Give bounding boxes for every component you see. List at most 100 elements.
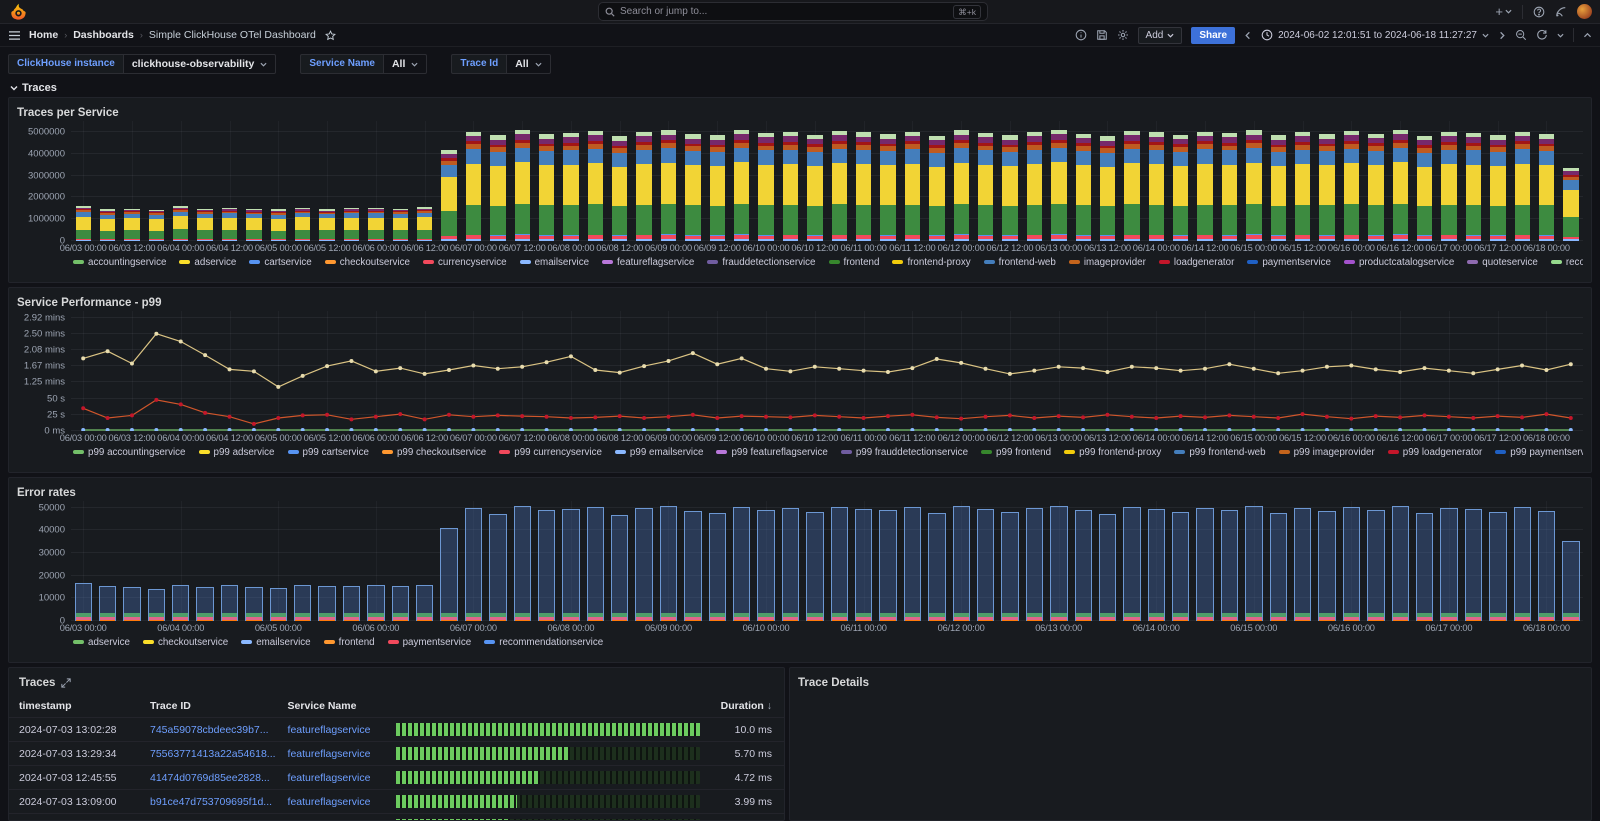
time-range-picker[interactable]: 2024-06-02 12:01:51 to 2024-06-18 11:27:…	[1261, 29, 1489, 41]
error-bar[interactable]	[1245, 506, 1262, 621]
service-name-link[interactable]: featureflagservice	[288, 772, 371, 784]
legend-item[interactable]: p99 emailservice	[615, 447, 704, 458]
stacked-bar[interactable]	[1051, 130, 1066, 241]
error-bar[interactable]	[1270, 513, 1287, 621]
error-bar[interactable]	[806, 512, 823, 621]
stacked-bar[interactable]	[1368, 134, 1383, 241]
stacked-bar[interactable]	[1222, 133, 1237, 241]
legend-item[interactable]: frontend-proxy	[892, 257, 970, 268]
share-button[interactable]: Share	[1191, 27, 1235, 44]
legend-item[interactable]: adservice	[73, 637, 130, 648]
error-bar[interactable]	[1440, 508, 1457, 621]
trace-id-label[interactable]: Trace Id	[451, 54, 506, 74]
error-bar[interactable]	[733, 507, 750, 621]
error-bar[interactable]	[1514, 507, 1531, 621]
clickhouse-instance-label[interactable]: ClickHouse instance	[8, 54, 123, 74]
error-bar[interactable]	[245, 587, 262, 621]
error-bar[interactable]	[904, 507, 921, 621]
legend-item[interactable]: emailservice	[241, 637, 310, 648]
error-bar[interactable]	[1489, 512, 1506, 621]
stacked-bar[interactable]	[271, 209, 286, 241]
stacked-bar[interactable]	[612, 136, 627, 241]
news-icon[interactable]	[1555, 6, 1567, 18]
stacked-bar[interactable]	[1149, 132, 1164, 241]
legend-item[interactable]: featureflagservice	[602, 257, 694, 268]
legend-item[interactable]: frontend	[324, 637, 375, 648]
user-avatar[interactable]	[1577, 4, 1592, 19]
stacked-bar[interactable]	[1466, 133, 1481, 241]
stacked-bar[interactable]	[1002, 135, 1017, 241]
stacked-bar[interactable]	[1197, 132, 1212, 241]
stacked-bar[interactable]	[1417, 136, 1432, 241]
service-name-select[interactable]: All	[383, 54, 427, 74]
error-bar[interactable]	[367, 585, 384, 621]
stacked-bar[interactable]	[954, 130, 969, 241]
trace-id-link[interactable]: 75563771413a22a54618...	[150, 748, 276, 760]
stacked-bar[interactable]	[1441, 132, 1456, 241]
error-bar[interactable]	[392, 586, 409, 621]
stacked-bar[interactable]	[1344, 131, 1359, 241]
stacked-bar[interactable]	[1393, 130, 1408, 241]
col-service-name[interactable]: Service Name	[282, 695, 390, 718]
stacked-bar[interactable]	[1271, 135, 1286, 241]
refresh-interval-dropdown-icon[interactable]	[1557, 32, 1564, 39]
error-bar[interactable]	[879, 510, 896, 621]
stacked-bar[interactable]	[807, 135, 822, 241]
expand-panel-icon[interactable]	[61, 678, 71, 688]
table-row[interactable]: 2024-07-03 13:09:00b91ce47d753709695f1d.…	[9, 790, 784, 814]
legend-item[interactable]: p99 loadgenerator	[1388, 447, 1483, 458]
stacked-bar[interactable]	[1100, 136, 1115, 241]
error-bar[interactable]	[782, 508, 799, 621]
error-bar-plot[interactable]	[71, 501, 1583, 621]
error-bar[interactable]	[221, 585, 238, 621]
panel-title[interactable]: Error rates	[17, 484, 1583, 501]
error-bar[interactable]	[855, 509, 872, 621]
error-bar[interactable]	[440, 528, 457, 621]
stacked-bar[interactable]	[1173, 135, 1188, 241]
col-trace-id[interactable]: Trace ID	[144, 695, 282, 718]
legend-item[interactable]: paymentservice	[388, 637, 472, 648]
error-bar[interactable]	[1294, 508, 1311, 621]
legend-item[interactable]: p99 frontend-web	[1174, 447, 1265, 458]
stacked-bar[interactable]	[515, 130, 530, 241]
col-duration[interactable]: Duration ↓	[706, 695, 784, 718]
time-range-forward-icon[interactable]	[1498, 31, 1506, 40]
service-name-link[interactable]: featureflagservice	[288, 724, 371, 736]
trace-id-link[interactable]: 745a59078cbdeec39b7...	[150, 724, 269, 736]
stacked-bar[interactable]	[1246, 130, 1261, 241]
dashboard-insights-icon[interactable]	[1075, 29, 1087, 41]
stacked-bar[interactable]	[1076, 134, 1091, 241]
error-bar[interactable]	[1026, 508, 1043, 621]
legend-item[interactable]: paymentservice	[1247, 257, 1331, 268]
search-input[interactable]: Search or jump to... ⌘+k	[598, 2, 988, 21]
legend-item[interactable]: p99 featureflagservice	[716, 447, 827, 458]
error-bar[interactable]	[562, 509, 579, 621]
legend-item[interactable]: checkoutservice	[325, 257, 410, 268]
error-bar[interactable]	[318, 586, 335, 621]
stacked-bar[interactable]	[905, 132, 920, 241]
stacked-bar[interactable]	[344, 208, 359, 241]
error-bar[interactable]	[1148, 509, 1165, 621]
panel-title[interactable]: Trace Details	[798, 674, 1583, 691]
error-bar[interactable]	[75, 583, 92, 621]
error-bar[interactable]	[1392, 506, 1409, 621]
refresh-icon[interactable]	[1536, 29, 1548, 41]
stacked-bar[interactable]	[466, 132, 481, 241]
stacked-bar[interactable]	[319, 209, 334, 241]
stacked-bar[interactable]	[636, 132, 651, 241]
stacked-bar[interactable]	[100, 209, 115, 241]
legend-item[interactable]: p99 cartservice	[288, 447, 369, 458]
legend-item[interactable]: cartservice	[249, 257, 311, 268]
legend-item[interactable]: recommendationservice	[1551, 257, 1583, 268]
error-bar[interactable]	[270, 588, 287, 621]
favorite-star-icon[interactable]	[325, 30, 336, 41]
legend-item[interactable]: emailservice	[520, 257, 589, 268]
error-bar[interactable]	[660, 506, 677, 621]
stacked-bar[interactable]	[295, 208, 310, 241]
stacked-bar[interactable]	[1295, 132, 1310, 241]
error-bar[interactable]	[148, 589, 165, 621]
legend-item[interactable]: p99 imageprovider	[1279, 447, 1375, 458]
zoom-out-time-icon[interactable]	[1515, 29, 1527, 41]
menu-icon[interactable]	[8, 30, 21, 41]
error-bar[interactable]	[172, 585, 189, 621]
